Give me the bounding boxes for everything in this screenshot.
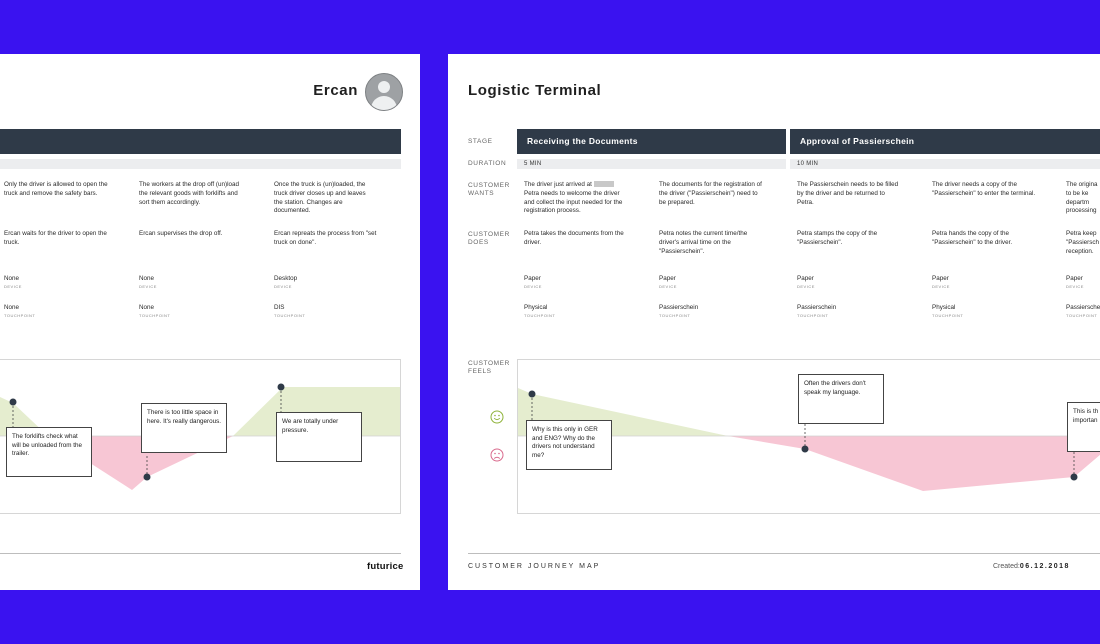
touchpoint-value: Physical <box>524 304 548 311</box>
does-cell: Ercan repreats the process from "set tru… <box>274 230 377 246</box>
emotion-point <box>143 473 151 481</box>
does-cell: Petra takes the documents from the drive… <box>524 230 624 246</box>
wants-cell: The driver just arrived at Petra needs t… <box>524 181 630 216</box>
wants-cell: The documents for the registration of th… <box>659 181 762 206</box>
pain-point-note: Why is this only in GER and ENG? Why do … <box>526 420 612 470</box>
wants-cell: The driver needs a copy of the "Passiers… <box>932 181 1036 197</box>
happy-face-icon <box>490 410 504 424</box>
avatar <box>365 73 403 111</box>
touchpoint-value: None <box>4 304 20 311</box>
emotion-graph: The forklifts check what will be unloade… <box>0 359 401 514</box>
touchpoint-label: TOUCHPOINT <box>1066 313 1098 318</box>
does-cell: Ercan waits for the driver to open the t… <box>4 230 107 246</box>
stage-bar <box>0 129 401 154</box>
persona-name: Ercan <box>313 82 358 99</box>
touchpoint-value: DIS <box>274 304 285 311</box>
negative-emotion-area <box>728 436 1100 491</box>
stage-header: Receiving the Documents <box>517 129 786 154</box>
row-label-feels: CUSTOMER FEELS <box>468 360 510 375</box>
row-label-stage: STAGE <box>468 138 493 145</box>
brand-logo: futurice <box>367 561 404 572</box>
footer-divider <box>0 553 401 554</box>
emotion-point <box>1070 473 1078 481</box>
device-label: DEVICE <box>524 284 542 289</box>
pain-point-note: The forklifts check what will be unloade… <box>6 427 92 477</box>
device-label: DEVICE <box>659 284 677 289</box>
wants-text: Petra needs to welcome the driver and co… <box>524 189 623 215</box>
sad-face-icon <box>490 448 504 462</box>
emotion-graph: Why is this only in GER and ENG? Why do … <box>517 359 1100 514</box>
touchpoint-label: TOUCHPOINT <box>659 313 691 318</box>
touchpoint-label: TOUCHPOINT <box>139 313 171 318</box>
pain-point-note: Often the drivers don't speak my languag… <box>798 374 884 424</box>
device-label: DEVICE <box>797 284 815 289</box>
does-cell: Petra notes the current time/the driver'… <box>659 230 748 255</box>
touchpoint-value: Passierschein <box>659 304 699 311</box>
emotion-point <box>277 383 285 391</box>
row-label-does: CUSTOMER DOES <box>468 231 510 246</box>
page-title: Logistic Terminal <box>468 82 602 99</box>
does-cell: Petra stamps the copy of the "Passiersch… <box>797 230 878 246</box>
created-date: 06.12.2018 <box>1019 563 1070 570</box>
touchpoint-label: TOUCHPOINT <box>274 313 306 318</box>
footer-created: Created:06.12.2018 <box>993 563 1070 570</box>
does-cell: Petra keep "Passiersch reception. <box>1066 230 1100 255</box>
right-journey-page: Logistic Terminal STAGE DURATION CUSTOME… <box>448 54 1100 590</box>
pain-point-note: There is too little space in here. It's … <box>141 403 227 453</box>
wants-cell: Only the driver is allowed to open the t… <box>4 181 108 197</box>
pain-point-note: This is th importan <box>1067 402 1100 452</box>
touchpoint-label: TOUCHPOINT <box>797 313 829 318</box>
row-label-duration: DURATION <box>468 160 507 167</box>
stage-duration: 10 MIN <box>790 159 1100 169</box>
created-label: Created: <box>993 563 1020 570</box>
device-label: DEVICE <box>4 284 22 289</box>
device-value: Paper <box>524 275 541 282</box>
device-label: DEVICE <box>1066 284 1084 289</box>
device-label: DEVICE <box>274 284 292 289</box>
footer-divider <box>468 553 1100 554</box>
device-label: DEVICE <box>932 284 950 289</box>
device-value: Paper <box>1066 275 1083 282</box>
touchpoint-label: TOUCHPOINT <box>524 313 556 318</box>
touchpoint-value: None <box>139 304 155 311</box>
wants-text: The driver just arrived at <box>524 181 592 188</box>
device-value: None <box>4 275 20 282</box>
wants-cell: The Passierschein needs to be filled by … <box>797 181 899 206</box>
device-value: Desktop <box>274 275 298 282</box>
touchpoint-label: TOUCHPOINT <box>4 313 36 318</box>
touchpoint-value: Physical <box>932 304 956 311</box>
wants-cell: The origina to be ke departm processing <box>1066 181 1098 215</box>
left-journey-page: Ercan Only the driver is allowed to open… <box>0 54 420 590</box>
pain-point-note: We are totally under pressure. <box>276 412 362 462</box>
stage-duration: 5 MIN <box>517 159 786 169</box>
wants-cell: Once the truck is (un)loaded, the truck … <box>274 181 366 215</box>
row-label-wants: CUSTOMER WANTS <box>468 182 510 197</box>
touchpoint-value: Passiersche <box>1066 304 1100 311</box>
wants-cell: The workers at the drop off (un)load the… <box>139 181 239 206</box>
does-cell: Ercan supervises the drop off. <box>139 230 223 237</box>
touchpoint-label: TOUCHPOINT <box>932 313 964 318</box>
device-value: Paper <box>932 275 949 282</box>
redacted-text <box>593 181 614 188</box>
device-label: DEVICE <box>139 284 157 289</box>
stage-header: Approval of Passierschein <box>790 129 1100 154</box>
emotion-point <box>801 445 809 453</box>
emotion-point <box>528 390 536 398</box>
footer-title: CUSTOMER JOURNEY MAP <box>468 563 601 570</box>
device-value: None <box>139 275 155 282</box>
device-value: Paper <box>659 275 676 282</box>
touchpoint-value: Passierschein <box>797 304 837 311</box>
emotion-point <box>9 398 17 406</box>
duration-bar <box>0 159 401 169</box>
does-cell: Petra hands the copy of the "Passiersche… <box>932 230 1013 246</box>
device-value: Paper <box>797 275 814 282</box>
